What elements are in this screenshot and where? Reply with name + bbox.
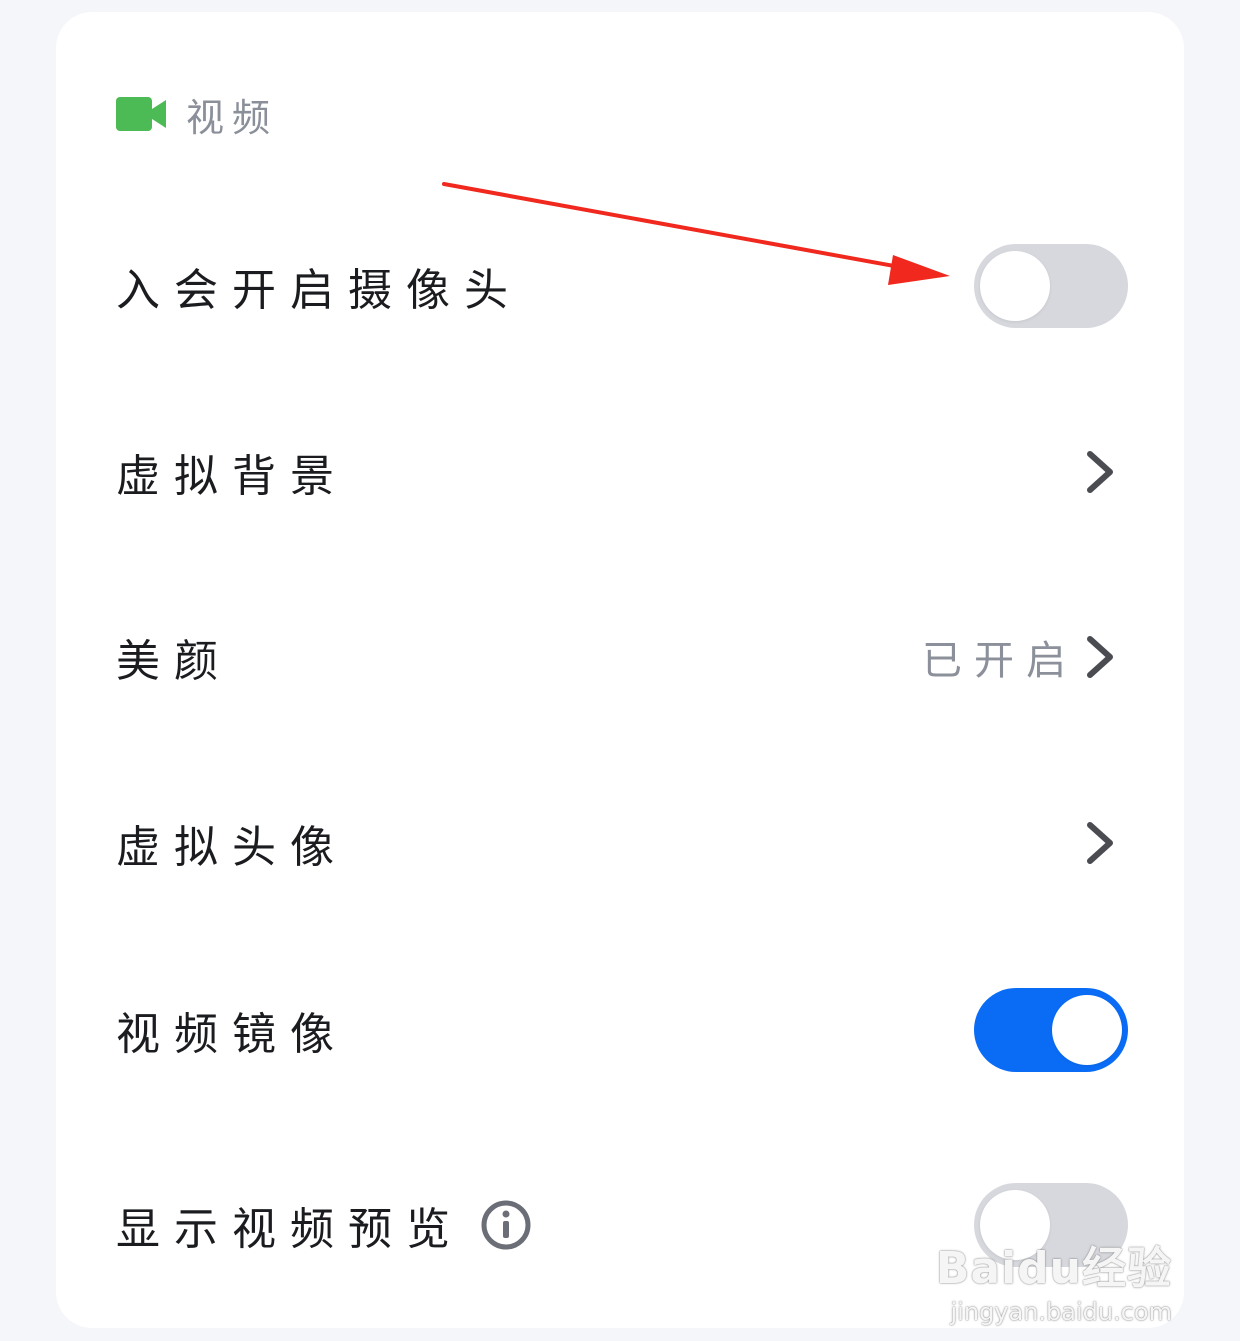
row-virtual-background[interactable]: 虚拟背景 — [116, 417, 1128, 527]
toggle-knob — [980, 251, 1050, 321]
watermark-logo: Baidu经验 — [935, 1243, 1172, 1294]
chevron-right-icon — [1087, 822, 1113, 864]
row-beauty[interactable]: 美颜 已开启 — [116, 602, 1128, 712]
section-header-video: 视频 — [116, 82, 278, 146]
row-label: 显示视频预览 — [116, 1204, 464, 1255]
settings-card: 视频 入会开启摄像头 虚拟背景 美颜 已开启 虚拟头像 视频镜像 显示视频预览 — [56, 12, 1184, 1328]
info-icon[interactable] — [480, 1199, 532, 1251]
camera-on-join-toggle[interactable] — [974, 244, 1128, 328]
row-camera-on-join: 入会开启摄像头 — [116, 231, 1128, 341]
video-mirror-toggle[interactable] — [974, 988, 1128, 1072]
row-label: 虚拟背景 — [116, 451, 348, 502]
row-label-wrap: 显示视频预览 — [116, 1193, 532, 1257]
row-label: 美颜 — [116, 636, 232, 687]
row-label: 视频镜像 — [116, 1009, 348, 1060]
row-label: 虚拟头像 — [116, 822, 348, 873]
section-title: 视频 — [186, 95, 279, 140]
row-video-mirror: 视频镜像 — [116, 975, 1128, 1085]
chevron-right-icon — [1087, 636, 1113, 678]
beauty-status-value: 已开启 — [922, 638, 1078, 684]
watermark-url: jingyan.baidu.com — [950, 1298, 1172, 1326]
row-virtual-avatar[interactable]: 虚拟头像 — [116, 788, 1128, 898]
watermark: Baidu经验 jingyan.baidu.com — [936, 1232, 1172, 1326]
row-label: 入会开启摄像头 — [116, 265, 522, 316]
toggle-knob — [1052, 995, 1122, 1065]
video-camera-icon — [116, 97, 166, 131]
chevron-right-icon — [1087, 451, 1113, 493]
